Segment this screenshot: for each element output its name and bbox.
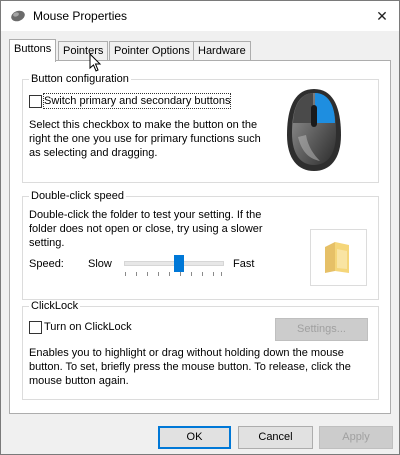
- clicklock-group: ClickLock Turn on ClickLock Settings... …: [22, 300, 379, 400]
- slider-tick: [221, 272, 222, 276]
- double-click-description-line-1: Double-click the folder to test your set…: [29, 209, 262, 221]
- mouse-icon: [11, 10, 25, 22]
- double-click-speed-group: Double-click speed Double-click the fold…: [22, 190, 379, 300]
- apply-button[interactable]: Apply: [319, 426, 393, 449]
- slider-tick: [213, 272, 214, 276]
- close-icon: ✕: [376, 8, 388, 24]
- slider-tick: [191, 272, 192, 276]
- clicklock-checkbox[interactable]: [29, 321, 42, 334]
- button-config-description-line-1: Select this checkbox to make the button …: [29, 119, 258, 131]
- switch-buttons-checkbox[interactable]: [29, 95, 42, 108]
- slow-label: Slow: [88, 258, 112, 270]
- group-title-button-configuration: Button configuration: [29, 73, 131, 85]
- buttons-tab-panel: Button configuration Switch primary and …: [9, 60, 391, 414]
- slider-tick: [136, 272, 137, 276]
- tab-hardware[interactable]: Hardware: [193, 41, 251, 61]
- group-title-double-click-speed: Double-click speed: [29, 190, 126, 202]
- clicklock-description-line-3: mouse button again.: [29, 375, 129, 387]
- slider-tick: [147, 272, 148, 276]
- slider-tick: [180, 272, 181, 276]
- mouse-illustration-icon: [287, 89, 341, 171]
- switch-buttons-label[interactable]: Switch primary and secondary buttons: [42, 93, 232, 109]
- folder-icon: [325, 242, 349, 273]
- double-click-description-line-3: setting.: [29, 237, 65, 249]
- button-config-description-line-3: as selecting and dragging.: [29, 147, 158, 159]
- clicklock-description-line-2: button. To set, briefly press the mouse …: [29, 361, 351, 373]
- speed-label: Speed:: [29, 258, 64, 270]
- slider-tick: [158, 272, 159, 276]
- tab-buttons[interactable]: Buttons: [9, 39, 57, 62]
- button-config-description-line-2: right the one you use for primary functi…: [29, 133, 261, 145]
- slider-tick: [169, 272, 170, 276]
- button-configuration-group: Button configuration Switch primary and …: [22, 73, 379, 183]
- window-title: Mouse Properties: [33, 9, 128, 23]
- cancel-button[interactable]: Cancel: [238, 426, 313, 449]
- slider-tick: [125, 272, 126, 276]
- title-bar: Mouse Properties ✕: [1, 1, 399, 31]
- tab-pointer-options[interactable]: Pointer Options: [109, 41, 195, 61]
- fast-label: Fast: [233, 258, 255, 270]
- ok-button[interactable]: OK: [158, 426, 231, 449]
- clicklock-settings-button[interactable]: Settings...: [275, 318, 368, 341]
- cursor-icon: [89, 53, 102, 72]
- test-folder-area[interactable]: [310, 229, 367, 286]
- double-click-description-line-2: folder does not open or close, try using…: [29, 223, 263, 235]
- slider-thumb[interactable]: [174, 255, 184, 272]
- slider-tick: [202, 272, 203, 276]
- mouse-properties-window: Mouse Properties ✕ Buttons Pointers Poin…: [0, 0, 400, 455]
- clicklock-description-line-1: Enables you to highlight or drag without…: [29, 347, 344, 359]
- close-button[interactable]: ✕: [365, 1, 399, 31]
- group-title-clicklock: ClickLock: [29, 300, 81, 312]
- double-click-speed-slider[interactable]: [124, 255, 224, 279]
- clicklock-label[interactable]: Turn on ClickLock: [44, 320, 132, 334]
